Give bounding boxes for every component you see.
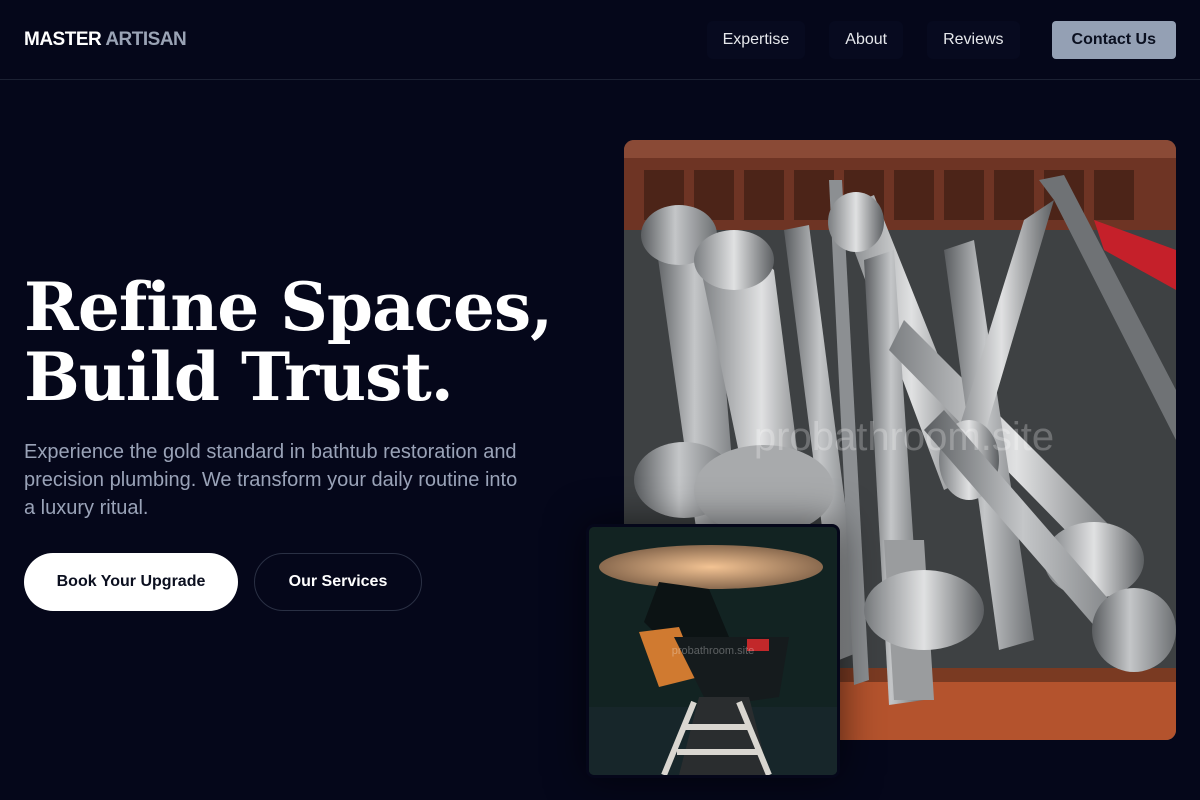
small-image-watermark: probathroom.site	[672, 645, 755, 657]
hero-subtitle: Experience the gold standard in bathtub …	[24, 441, 518, 519]
our-services-button[interactable]: Our Services	[254, 553, 422, 611]
worker-illustration: probathroom.site	[589, 527, 837, 775]
hero-title-line-2: Build Trust.	[24, 338, 454, 416]
worker-image: probathroom.site	[586, 524, 840, 778]
hero-title-line-1: Refine Spaces,	[24, 268, 553, 346]
main-image-watermark: probathroom.site	[754, 415, 1054, 459]
contact-us-button[interactable]: Contact Us	[1051, 20, 1176, 59]
site-logo[interactable]: MASTER ARTISAN	[24, 28, 187, 51]
site-header: MASTER ARTISAN Expertise About Reviews C…	[0, 0, 1200, 80]
hero-title: Refine Spaces, Build Trust.	[24, 272, 584, 412]
nav-link-expertise[interactable]: Expertise	[706, 20, 806, 59]
logo-master: MASTER	[24, 28, 102, 50]
nav-link-about[interactable]: About	[829, 20, 904, 59]
landing-page: MASTER ARTISAN Expertise About Reviews C…	[0, 0, 1200, 800]
nav-link-reviews[interactable]: Reviews	[927, 20, 1020, 59]
book-upgrade-button[interactable]: Book Your Upgrade	[24, 553, 238, 611]
logo-artisan: ARTISAN	[105, 28, 187, 50]
main-nav: Expertise About Reviews Contact Us	[706, 20, 1176, 59]
